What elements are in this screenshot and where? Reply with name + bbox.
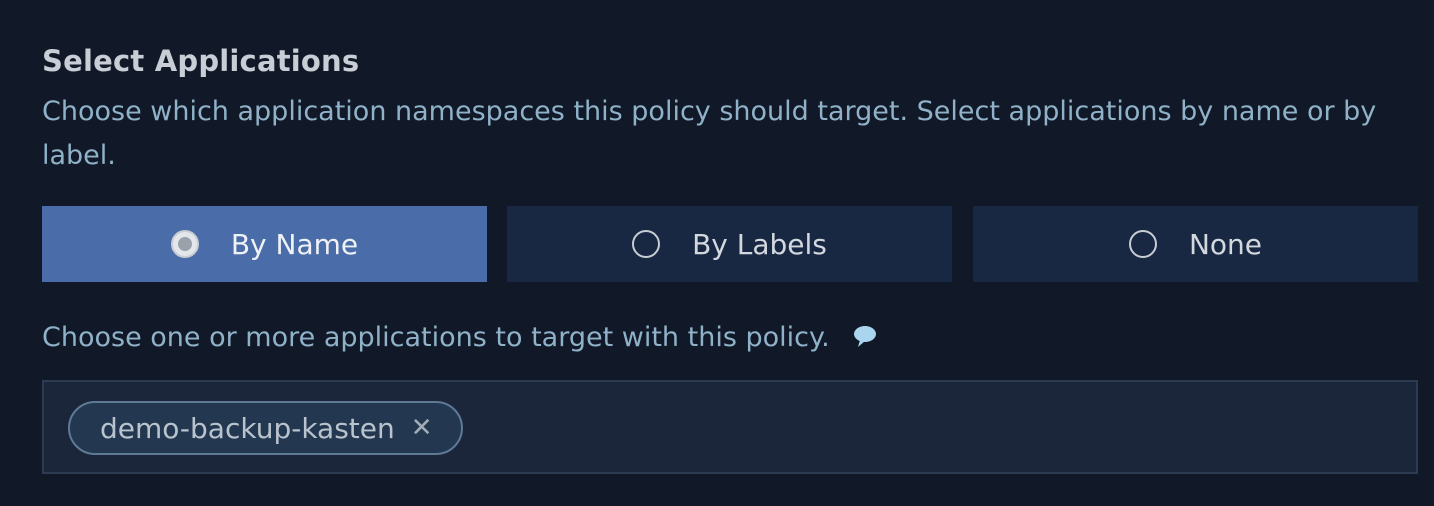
close-icon[interactable]: ✕ [411, 415, 433, 441]
applications-multiselect[interactable]: demo-backup-kasten ✕ [42, 380, 1418, 474]
applications-helper-text: Choose one or more applications to targe… [42, 322, 830, 353]
chip-label: demo-backup-kasten [100, 411, 395, 445]
option-label: By Labels [692, 227, 827, 261]
option-by-name[interactable]: By Name [42, 206, 487, 282]
select-applications-panel: Select Applications Choose which applica… [0, 0, 1434, 506]
radio-unchecked-icon[interactable] [1128, 230, 1157, 258]
option-by-labels[interactable]: By Labels [507, 206, 952, 282]
option-label: By Name [230, 227, 359, 261]
section-title: Select Applications [42, 44, 360, 78]
application-chip: demo-backup-kasten ✕ [68, 401, 463, 455]
section-description: Choose which application namespaces this… [42, 96, 1377, 171]
selection-mode-toggle: By Name By Labels None [42, 206, 1418, 282]
radio-unchecked-icon[interactable] [632, 230, 661, 258]
speech-bubble-icon[interactable] [852, 323, 878, 349]
option-none[interactable]: None [973, 206, 1418, 282]
option-label: None [1188, 227, 1263, 261]
radio-checked-icon[interactable] [170, 230, 199, 258]
applications-helper-row: Choose one or more applications to targe… [42, 322, 878, 353]
